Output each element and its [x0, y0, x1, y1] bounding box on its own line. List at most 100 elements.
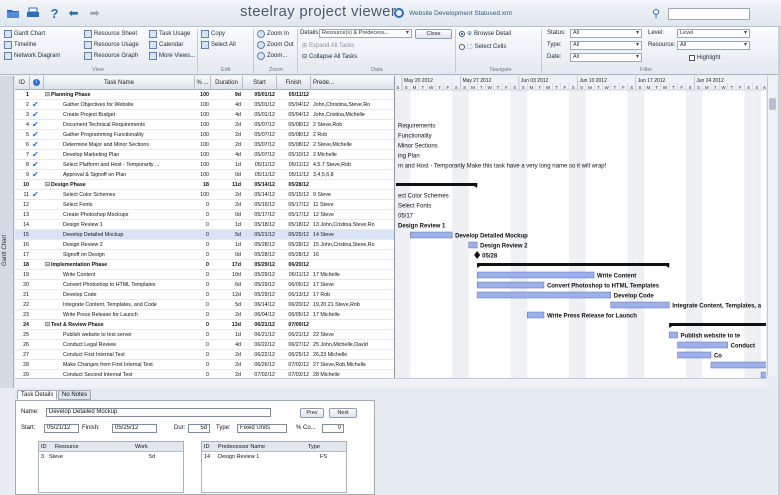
cell-finish[interactable]: 05/08/12 — [277, 120, 309, 130]
cell-percent[interactable]: 100 — [195, 110, 209, 120]
cell-start[interactable]: 05/01/12 — [243, 110, 275, 120]
collapse-toggle-icon[interactable]: ⊟ — [45, 180, 50, 190]
cell-percent[interactable]: 100 — [195, 140, 209, 150]
table-row[interactable]: 22 Integrate Content, Templates, and Code… — [15, 300, 394, 310]
table-row[interactable]: 1 Planning Phase 100 9d 05/01/12 05/11/12 ⊟ — [15, 90, 394, 100]
table-row[interactable]: 2 Gather Objectives for Website 100 4d 05/01… — [15, 100, 394, 110]
finish-field[interactable]: 05/25/12 — [112, 424, 157, 433]
cell-task-name[interactable]: Determine Major and Minor Sections — [63, 140, 194, 150]
cell-percent[interactable]: 0 — [195, 290, 209, 300]
cell-start[interactable]: 05/07/12 — [243, 150, 275, 160]
cell-percent[interactable]: 0 — [195, 360, 209, 370]
table-row[interactable]: 17 Signoff on Design 0 0d 05/28/12 05/28/12 16 — [15, 250, 394, 260]
details-dropdown[interactable]: Resource(s) & Predecess... — [319, 29, 412, 38]
collapse-toggle-icon[interactable]: ⊟ — [45, 320, 50, 330]
cell-start[interactable]: 05/07/12 — [243, 140, 275, 150]
cell-duration[interactable]: 9d — [211, 90, 241, 100]
cell-task-name[interactable]: Approval & Signoff on Plan — [63, 170, 194, 180]
cell-percent[interactable]: 0 — [195, 230, 209, 240]
cell-duration[interactable]: 2d — [211, 200, 241, 210]
cell-start[interactable]: 05/18/12 — [243, 220, 275, 230]
cell-id[interactable]: 5 — [16, 130, 29, 140]
cell-finish[interactable]: 07/02/12 — [277, 360, 309, 370]
cell-duration[interactable]: 0d — [211, 170, 241, 180]
cell-duration[interactable]: 0d — [211, 210, 241, 220]
cell-id[interactable]: 22 — [16, 300, 29, 310]
cell-start[interactable]: 05/07/12 — [243, 130, 275, 140]
cell-duration[interactable]: 0d — [211, 250, 241, 260]
table-row[interactable]: 15 Develop Detailed Mockup 0 5d 05/21/12 05/2… — [15, 230, 394, 240]
cell-id[interactable]: 9 — [16, 170, 29, 180]
back-arrow-icon[interactable]: ⬅ — [66, 6, 81, 20]
collapse-toggle-icon[interactable]: ⊟ — [45, 260, 50, 270]
cell-finish[interactable]: 06/20/12 — [277, 300, 309, 310]
cell-finish[interactable]: 05/17/12 — [277, 200, 309, 210]
cell-duration[interactable]: 4d — [211, 150, 241, 160]
cell-predecessors[interactable]: 22 Steve — [313, 330, 394, 340]
cell-task-name[interactable]: Write Content — [63, 270, 194, 280]
resource-filter-dropdown[interactable]: All — [677, 41, 750, 50]
help-icon[interactable]: ? — [47, 6, 62, 21]
expand-all-button[interactable]: ⊞ Expand All Tasks — [302, 42, 354, 50]
cell-task-name[interactable]: Gather Programming Functionality — [63, 130, 194, 140]
cell-percent[interactable]: 0 — [195, 220, 209, 230]
column-header-duration[interactable]: Duration — [211, 76, 243, 90]
cell-duration[interactable]: 4d — [211, 340, 241, 350]
cell-finish[interactable]: 05/08/12 — [277, 130, 309, 140]
cell-start[interactable]: 05/29/12 — [243, 270, 275, 280]
cell-duration[interactable]: 10d — [211, 270, 241, 280]
cell-start[interactable]: 05/29/12 — [243, 290, 275, 300]
cell-predecessors[interactable]: John,Cristina,Michelle — [313, 110, 394, 120]
tab-task-details[interactable]: Task Details — [17, 390, 58, 400]
cell-percent[interactable]: 100 — [195, 150, 209, 160]
cell-id[interactable]: 13 — [16, 210, 29, 220]
tab-notes[interactable]: No Notes — [58, 390, 92, 400]
cell-finish[interactable]: 05/11/12 — [277, 90, 309, 100]
cell-predecessors[interactable]: 4,5,7 Steve,Rob — [313, 160, 394, 170]
cell-predecessors[interactable]: 16 — [313, 250, 394, 260]
open-folder-icon[interactable] — [5, 6, 20, 20]
browse-detail-radio[interactable]: ⊕ Browse Detail — [459, 30, 511, 37]
cell-task-name[interactable]: Select Platform and Host - Temporarily .… — [63, 160, 194, 170]
collapse-all-button[interactable]: ⊟ Collapse All Tasks — [302, 53, 357, 61]
cell-finish[interactable]: 06/11/12 — [277, 270, 309, 280]
cell-task-name[interactable]: Implementation Phase — [51, 260, 194, 270]
cell-predecessors[interactable]: 2 Steve,Michelle — [313, 140, 394, 150]
cell-task-name[interactable]: Develop Marketing Plan — [63, 150, 194, 160]
cell-id[interactable]: 8 — [16, 160, 29, 170]
cell-finish[interactable]: 05/04/12 — [277, 100, 309, 110]
table-row[interactable]: 8 Select Platform and Host - Temporarily … — [15, 160, 394, 170]
cell-task-name[interactable]: Write Press Release for Launch — [63, 310, 194, 320]
cell-finish[interactable]: 05/08/12 — [277, 140, 309, 150]
cell-task-name[interactable]: Document Technical Requirements — [63, 120, 194, 130]
cell-start[interactable]: 05/11/12 — [243, 160, 275, 170]
select-all-button[interactable]: Select All — [201, 41, 236, 49]
cell-start[interactable]: 06/22/12 — [243, 350, 275, 360]
prev-button[interactable]: Prev — [300, 408, 324, 418]
cell-percent[interactable]: 100 — [195, 160, 209, 170]
cell-start[interactable]: 05/29/12 — [243, 260, 275, 270]
cell-id[interactable]: 2 — [16, 100, 29, 110]
table-row[interactable]: 5 Gather Programming Functionality 100 2d 05… — [15, 130, 394, 140]
cell-percent[interactable]: 0 — [195, 280, 209, 290]
resource-sheet-button[interactable]: Resource Sheet — [84, 30, 137, 38]
cell-id[interactable]: 23 — [16, 310, 29, 320]
cell-start[interactable]: 05/28/12 — [243, 240, 275, 250]
cell-duration[interactable]: 2d — [211, 360, 241, 370]
cell-id[interactable]: 27 — [16, 350, 29, 360]
predecessor-row-id[interactable]: 14 — [204, 454, 210, 460]
cell-duration[interactable]: 5d — [211, 300, 241, 310]
type-field[interactable]: Fixed Units — [237, 424, 287, 433]
cell-percent[interactable]: 0 — [195, 270, 209, 280]
cell-percent[interactable]: 100 — [195, 100, 209, 110]
status-filter-dropdown[interactable]: All — [570, 29, 642, 38]
cell-start[interactable]: 05/01/12 — [243, 100, 275, 110]
cell-id[interactable]: 12 — [16, 200, 29, 210]
cell-percent[interactable]: 100 — [195, 120, 209, 130]
cell-start[interactable]: 06/04/12 — [243, 310, 275, 320]
level-filter-dropdown[interactable]: Level — [677, 29, 750, 38]
cell-predecessors[interactable]: 11 Steve — [313, 200, 394, 210]
cell-percent[interactable]: 100 — [195, 130, 209, 140]
column-header-start[interactable]: Start — [243, 76, 277, 90]
cell-finish[interactable]: 05/10/12 — [277, 150, 309, 160]
